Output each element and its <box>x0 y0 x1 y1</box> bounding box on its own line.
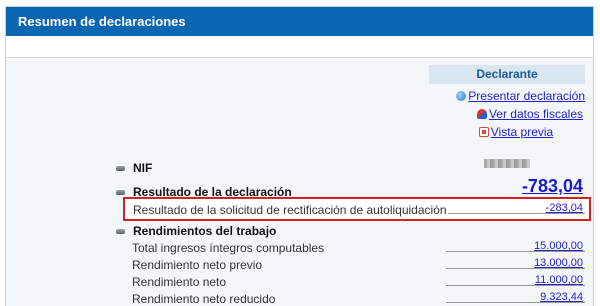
line-item-rule <box>446 251 585 252</box>
rendimientos-label: Rendimientos del trabajo <box>133 224 277 238</box>
line-item-label: Rendimiento neto reducido <box>132 292 276 306</box>
bullet-icon <box>116 166 125 172</box>
line-item-rule <box>446 302 585 303</box>
preview-action[interactable]: Vista previa <box>429 123 585 141</box>
nif-row: NIF <box>116 161 152 175</box>
resultado-value-link[interactable]: -783,04 <box>522 176 583 197</box>
bullet-icon <box>116 190 125 196</box>
declarant-panel: Declarante Presentar declaración Ver dat… <box>429 65 585 141</box>
rectificacion-value-link[interactable]: -283,04 <box>546 202 583 214</box>
nif-label: NIF <box>133 161 153 175</box>
line-item-rule <box>446 268 585 269</box>
page-title: Resumen de declaraciones <box>6 7 593 36</box>
summary-content: Declarante Presentar declaración Ver dat… <box>6 60 593 306</box>
summary-window: Resumen de declaraciones Declarante Pres… <box>5 6 594 306</box>
fiscal-data-icon <box>476 109 487 119</box>
line-item-label: Rendimiento neto previo <box>132 258 263 272</box>
preview-link[interactable]: Vista previa <box>491 125 553 139</box>
view-fiscal-data-action[interactable]: Ver datos fiscales <box>429 105 585 123</box>
declarant-header: Declarante <box>429 65 585 84</box>
line-item-rule <box>446 285 585 286</box>
bullet-icon <box>116 229 125 235</box>
rectificacion-label: Resultado de la solicitud de rectificaci… <box>133 203 447 217</box>
rendimientos-row: Rendimientos del trabajo <box>116 224 276 238</box>
present-declaration-action[interactable]: Presentar declaración <box>429 87 585 105</box>
line-item-label: Rendimiento neto <box>132 275 227 289</box>
line-item-label: Total ingresos íntegros computables <box>132 241 325 255</box>
toolbar-strip <box>6 36 593 58</box>
pdf-icon <box>478 127 489 137</box>
nif-value-redacted <box>484 159 530 168</box>
present-declaration-link[interactable]: Presentar declaración <box>468 89 585 103</box>
view-fiscal-data-link[interactable]: Ver datos fiscales <box>489 107 583 121</box>
rectificacion-highlight: Resultado de la solicitud de rectificaci… <box>123 197 591 221</box>
globe-icon <box>456 91 467 101</box>
